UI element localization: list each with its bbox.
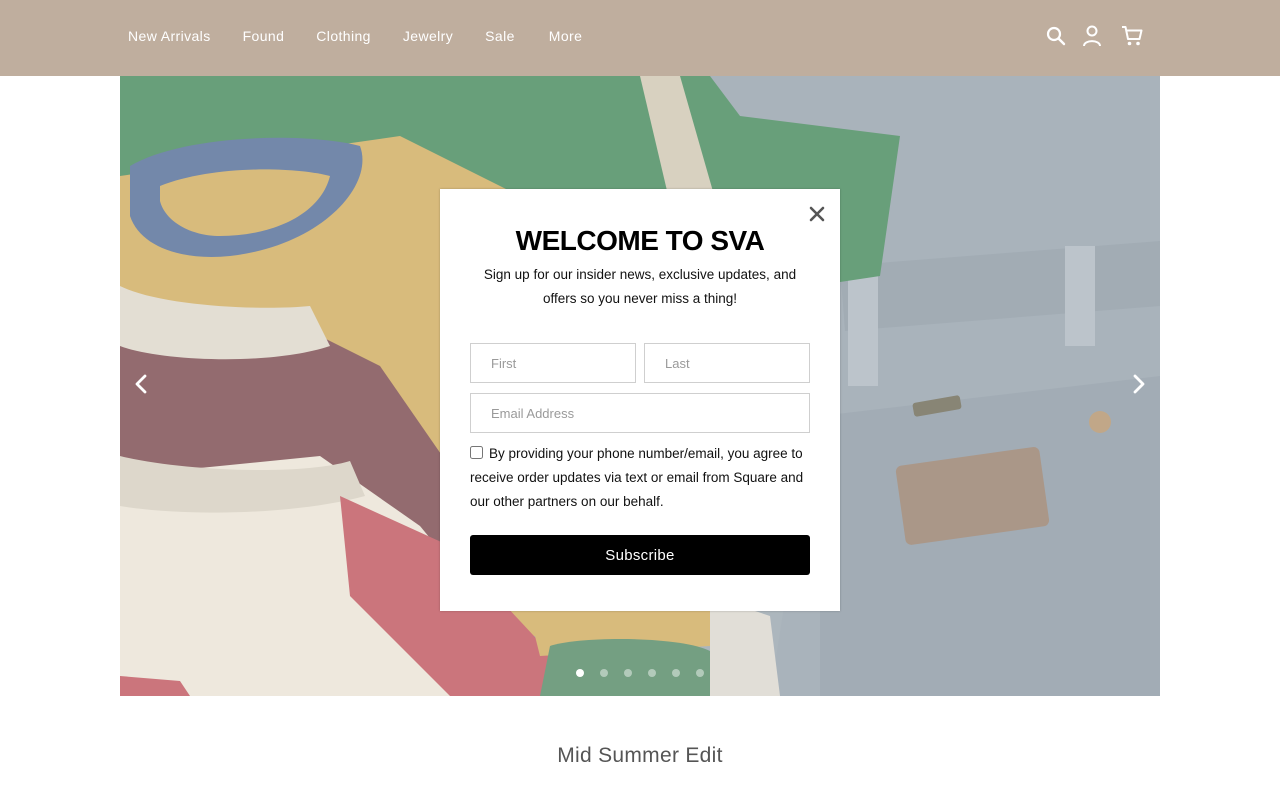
cart-icon[interactable] <box>1120 24 1144 48</box>
chevron-left-icon[interactable] <box>130 372 154 396</box>
newsletter-modal: WELCOME TO SVA Sign up for our insider n… <box>440 189 840 611</box>
nav-icons <box>1032 24 1144 48</box>
carousel-dot[interactable] <box>624 669 632 677</box>
modal-title: WELCOME TO SVA <box>515 225 765 256</box>
first-name-field[interactable] <box>470 343 636 383</box>
nav-links: New Arrivals Found Clothing Jewelry Sale… <box>128 0 614 72</box>
last-name-field[interactable] <box>644 343 810 383</box>
nav-link-new-arrivals[interactable]: New Arrivals <box>128 28 211 44</box>
chevron-right-icon[interactable] <box>1126 372 1150 396</box>
modal-subtitle: Sign up for our insider news, exclusive … <box>483 267 797 306</box>
section-title: Mid Summer Edit <box>557 744 723 767</box>
nav-link-more[interactable]: More <box>549 28 583 44</box>
consent-checkbox[interactable] <box>470 446 483 459</box>
close-icon[interactable] <box>808 205 826 223</box>
subscribe-button[interactable]: Subscribe <box>470 535 810 575</box>
carousel-dot[interactable] <box>600 669 608 677</box>
nav-link-sale[interactable]: Sale <box>485 28 515 44</box>
nav-link-found[interactable]: Found <box>243 28 285 44</box>
consent-text: By providing your phone number/email, yo… <box>470 446 804 509</box>
carousel-dot[interactable] <box>696 669 704 677</box>
carousel-dots <box>576 669 720 677</box>
carousel-dot[interactable] <box>648 669 656 677</box>
search-icon[interactable] <box>1044 24 1068 48</box>
nav-link-clothing[interactable]: Clothing <box>316 28 371 44</box>
top-navigation: New Arrivals Found Clothing Jewelry Sale… <box>0 0 1280 76</box>
carousel-dot[interactable] <box>576 669 584 677</box>
carousel-dot[interactable] <box>672 669 680 677</box>
nav-link-jewelry[interactable]: Jewelry <box>403 28 453 44</box>
account-icon[interactable] <box>1080 24 1104 48</box>
email-field[interactable] <box>470 393 810 433</box>
